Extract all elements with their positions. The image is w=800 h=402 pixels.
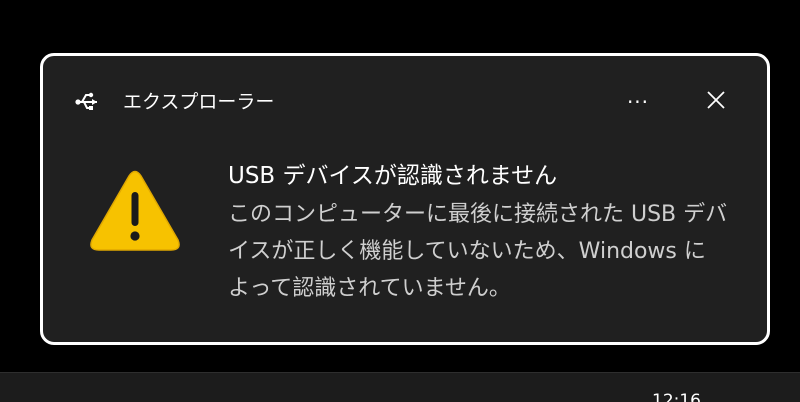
usb-icon xyxy=(75,90,101,114)
warning-icon xyxy=(89,168,181,254)
more-options-label: ··· xyxy=(626,90,650,114)
taskbar-clock[interactable]: 12:16 xyxy=(652,391,701,402)
message-line: イスが正しく機能していないため、Windows に xyxy=(228,239,706,264)
notification-message: このコンピューターに最後に接続された USB デバ イスが正しく機能していないた… xyxy=(228,196,748,307)
message-line: よって認識されていません。 xyxy=(228,276,511,301)
app-name: エクスプローラー xyxy=(123,91,275,113)
usb-notification-toast[interactable]: エクスプローラー ··· USB デバイスが認識されません このコンピューターに… xyxy=(40,53,770,345)
desktop-background: エクスプローラー ··· USB デバイスが認識されません このコンピューターに… xyxy=(0,0,800,402)
taskbar: 12:16 xyxy=(0,372,800,402)
more-options-button[interactable]: ··· xyxy=(616,86,660,118)
notification-title: USB デバイスが認識されません xyxy=(228,163,558,189)
close-button[interactable] xyxy=(698,84,734,120)
toast-header: エクスプローラー ··· xyxy=(43,56,767,146)
message-line: このコンピューターに最後に接続された USB デバ xyxy=(228,202,728,227)
close-icon xyxy=(707,91,725,113)
